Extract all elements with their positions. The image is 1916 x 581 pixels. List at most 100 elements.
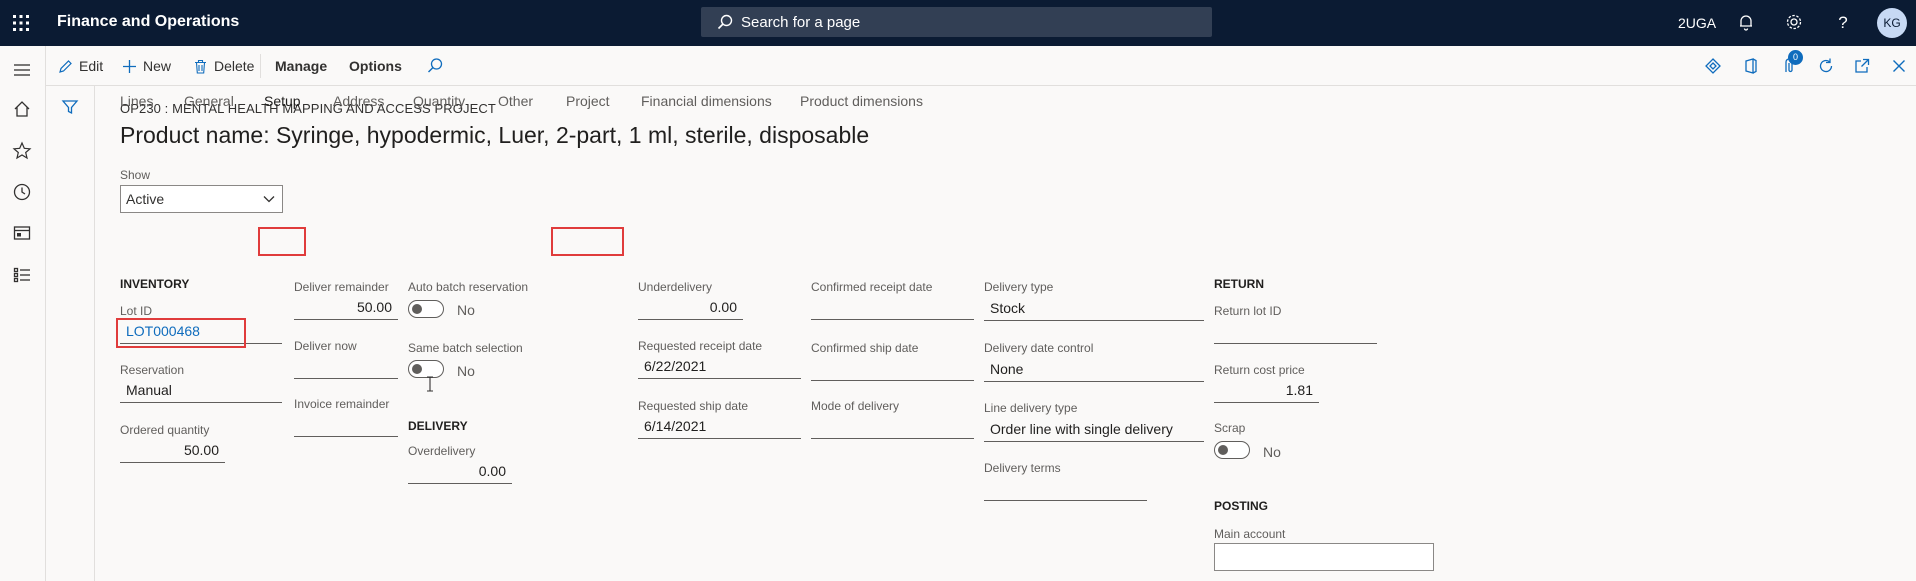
confirmed-ship-date-field[interactable] — [811, 357, 974, 381]
find-search-icon[interactable] — [425, 56, 445, 76]
search-input[interactable] — [741, 12, 1181, 32]
tab-address[interactable]: Address — [333, 86, 384, 116]
return-lot-id-label: Return lot ID — [1214, 304, 1282, 318]
help-icon[interactable]: ? — [1833, 13, 1853, 33]
notifications-bell-icon[interactable] — [1736, 13, 1756, 33]
deliver-remainder-field[interactable]: 50.00 — [294, 296, 398, 320]
confirmed-receipt-date-label: Confirmed receipt date — [811, 280, 933, 294]
tab-other[interactable]: Other — [498, 86, 533, 116]
return-cost-price-label: Return cost price — [1214, 363, 1305, 377]
deliver-now-label: Deliver now — [294, 339, 357, 353]
underdelivery-field[interactable]: 0.00 — [638, 296, 743, 320]
return-lot-id-field[interactable] — [1214, 320, 1377, 344]
project-tab-highlight — [551, 227, 624, 256]
delivery-terms-field[interactable] — [984, 477, 1147, 501]
line-delivery-type-field[interactable]: Order line with single delivery — [984, 418, 1204, 442]
open-new-window-icon[interactable] — [1852, 56, 1872, 76]
mode-of-delivery-label: Mode of delivery — [811, 399, 900, 413]
deliver-remainder-label: Deliver remainder — [294, 280, 389, 294]
tab-financial-dimensions[interactable]: Financial dimensions — [641, 86, 772, 116]
delivery-date-control-label: Delivery date control — [984, 341, 1094, 355]
auto-batch-reservation-value: No — [457, 302, 475, 318]
scrap-value: No — [1263, 444, 1281, 460]
requested-receipt-date-field[interactable]: 6/22/2021 — [638, 355, 801, 379]
filter-pane — [46, 86, 95, 581]
workspaces-icon[interactable] — [11, 222, 33, 244]
options-tab[interactable]: Options — [349, 58, 402, 74]
same-batch-selection-label: Same batch selection — [408, 341, 523, 355]
line-delivery-type-label: Line delivery type — [984, 401, 1078, 415]
confirmed-ship-date-label: Confirmed ship date — [811, 341, 919, 355]
main-account-label: Main account — [1214, 527, 1286, 541]
show-selected-value: Active — [126, 191, 165, 207]
mode-of-delivery-field[interactable] — [811, 415, 974, 439]
tab-product-dimensions[interactable]: Product dimensions — [800, 86, 923, 116]
requested-ship-date-label: Requested ship date — [638, 399, 749, 413]
requested-receipt-date-label: Requested receipt date — [638, 339, 763, 353]
edit-label: Edit — [79, 58, 104, 74]
reservation-label: Reservation — [120, 363, 185, 377]
auto-batch-reservation-label: Auto batch reservation — [408, 280, 529, 294]
delete-button[interactable]: Delete — [193, 58, 254, 74]
filter-funnel-icon[interactable] — [61, 98, 79, 116]
delivery-heading: DELIVERY — [408, 419, 468, 433]
lot-id-label: Lot ID — [120, 304, 153, 318]
scrap-label: Scrap — [1214, 421, 1246, 435]
search-icon — [717, 14, 733, 30]
power-apps-diamond-icon[interactable] — [1703, 56, 1723, 76]
app-launcher-icon[interactable] — [12, 14, 30, 32]
manage-tab[interactable]: Manage — [275, 58, 327, 74]
posting-heading: POSTING — [1214, 499, 1269, 513]
scrap-toggle[interactable] — [1214, 441, 1250, 459]
main-account-input[interactable] — [1214, 543, 1434, 571]
delete-trash-icon — [195, 59, 206, 74]
attachments-button[interactable]: 0 — [1779, 50, 1803, 76]
tab-quantity[interactable]: Quantity — [413, 86, 465, 116]
office-icon[interactable] — [1740, 56, 1760, 76]
divider — [260, 54, 261, 78]
inventory-heading: INVENTORY — [120, 277, 190, 291]
return-heading: RETURN — [1214, 277, 1264, 291]
reservation-field[interactable]: Manual — [120, 379, 282, 403]
confirmed-receipt-date-field[interactable] — [811, 296, 974, 320]
refresh-icon[interactable] — [1816, 56, 1836, 76]
attachments-count-badge: 0 — [1788, 50, 1803, 65]
favorites-star-icon[interactable] — [11, 140, 33, 162]
settings-gear-icon[interactable] — [1784, 13, 1804, 33]
home-icon[interactable] — [11, 98, 33, 120]
close-icon[interactable] — [1889, 56, 1909, 76]
show-dropdown[interactable]: Active — [120, 185, 283, 213]
delete-label: Delete — [214, 58, 255, 74]
edit-button[interactable]: Edit — [58, 58, 103, 74]
delivery-date-control-field[interactable]: None — [984, 358, 1204, 382]
invoice-remainder-label: Invoice remainder — [294, 397, 390, 411]
same-batch-selection-value: No — [457, 363, 475, 379]
tab-setup[interactable]: Setup — [264, 86, 301, 116]
text-cursor-icon — [427, 376, 433, 392]
hamburger-menu-icon[interactable] — [11, 59, 33, 81]
top-bar: Finance and Operations 2UGA ? KG — [0, 0, 1916, 46]
new-label: New — [143, 58, 172, 74]
tab-lines[interactable]: Lines — [120, 86, 153, 116]
deliver-now-field[interactable] — [294, 355, 398, 379]
setup-tab-highlight — [258, 227, 306, 256]
app-title[interactable]: Finance and Operations — [57, 13, 239, 31]
user-avatar[interactable]: KG — [1877, 8, 1907, 38]
ordered-quantity-field[interactable]: 50.00 — [120, 439, 225, 463]
auto-batch-reservation-toggle[interactable] — [408, 300, 444, 318]
tab-project[interactable]: Project — [566, 86, 610, 116]
overdelivery-field[interactable]: 0.00 — [408, 460, 512, 484]
return-cost-price-field[interactable]: 1.81 — [1214, 379, 1319, 403]
new-button[interactable]: New — [122, 58, 171, 74]
invoice-remainder-field[interactable] — [294, 413, 398, 437]
modules-list-icon[interactable] — [11, 264, 33, 286]
company-picker[interactable]: 2UGA — [1678, 15, 1716, 31]
show-label: Show — [120, 168, 151, 182]
requested-ship-date-field[interactable]: 6/14/2021 — [638, 415, 801, 439]
recent-clock-icon[interactable] — [11, 181, 33, 203]
search-box[interactable] — [701, 7, 1212, 37]
delivery-type-field[interactable]: Stock — [984, 297, 1204, 321]
delivery-type-label: Delivery type — [984, 280, 1054, 294]
left-navigation — [0, 46, 46, 581]
tab-general[interactable]: General — [184, 86, 234, 116]
